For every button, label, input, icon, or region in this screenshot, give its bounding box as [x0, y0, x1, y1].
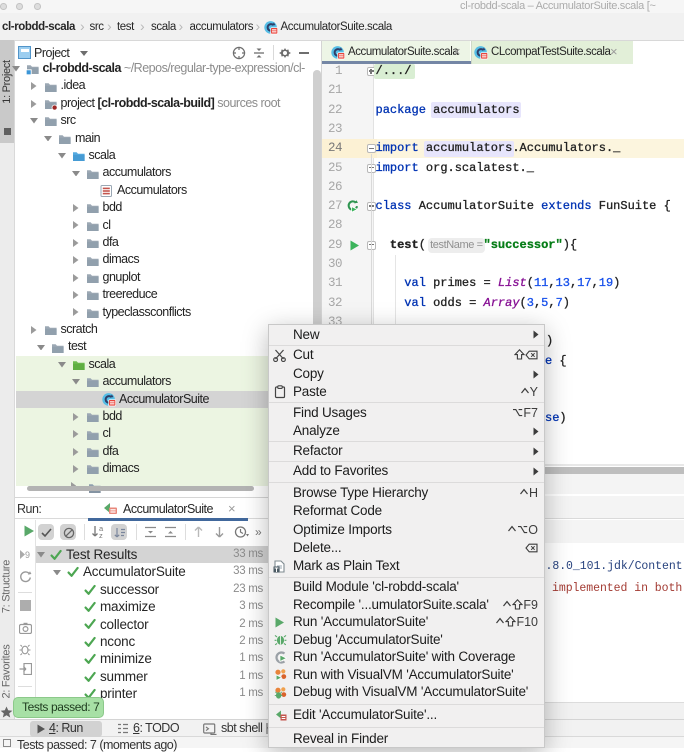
svg-text:9: 9: [25, 550, 30, 560]
svg-text:z: z: [99, 531, 103, 539]
